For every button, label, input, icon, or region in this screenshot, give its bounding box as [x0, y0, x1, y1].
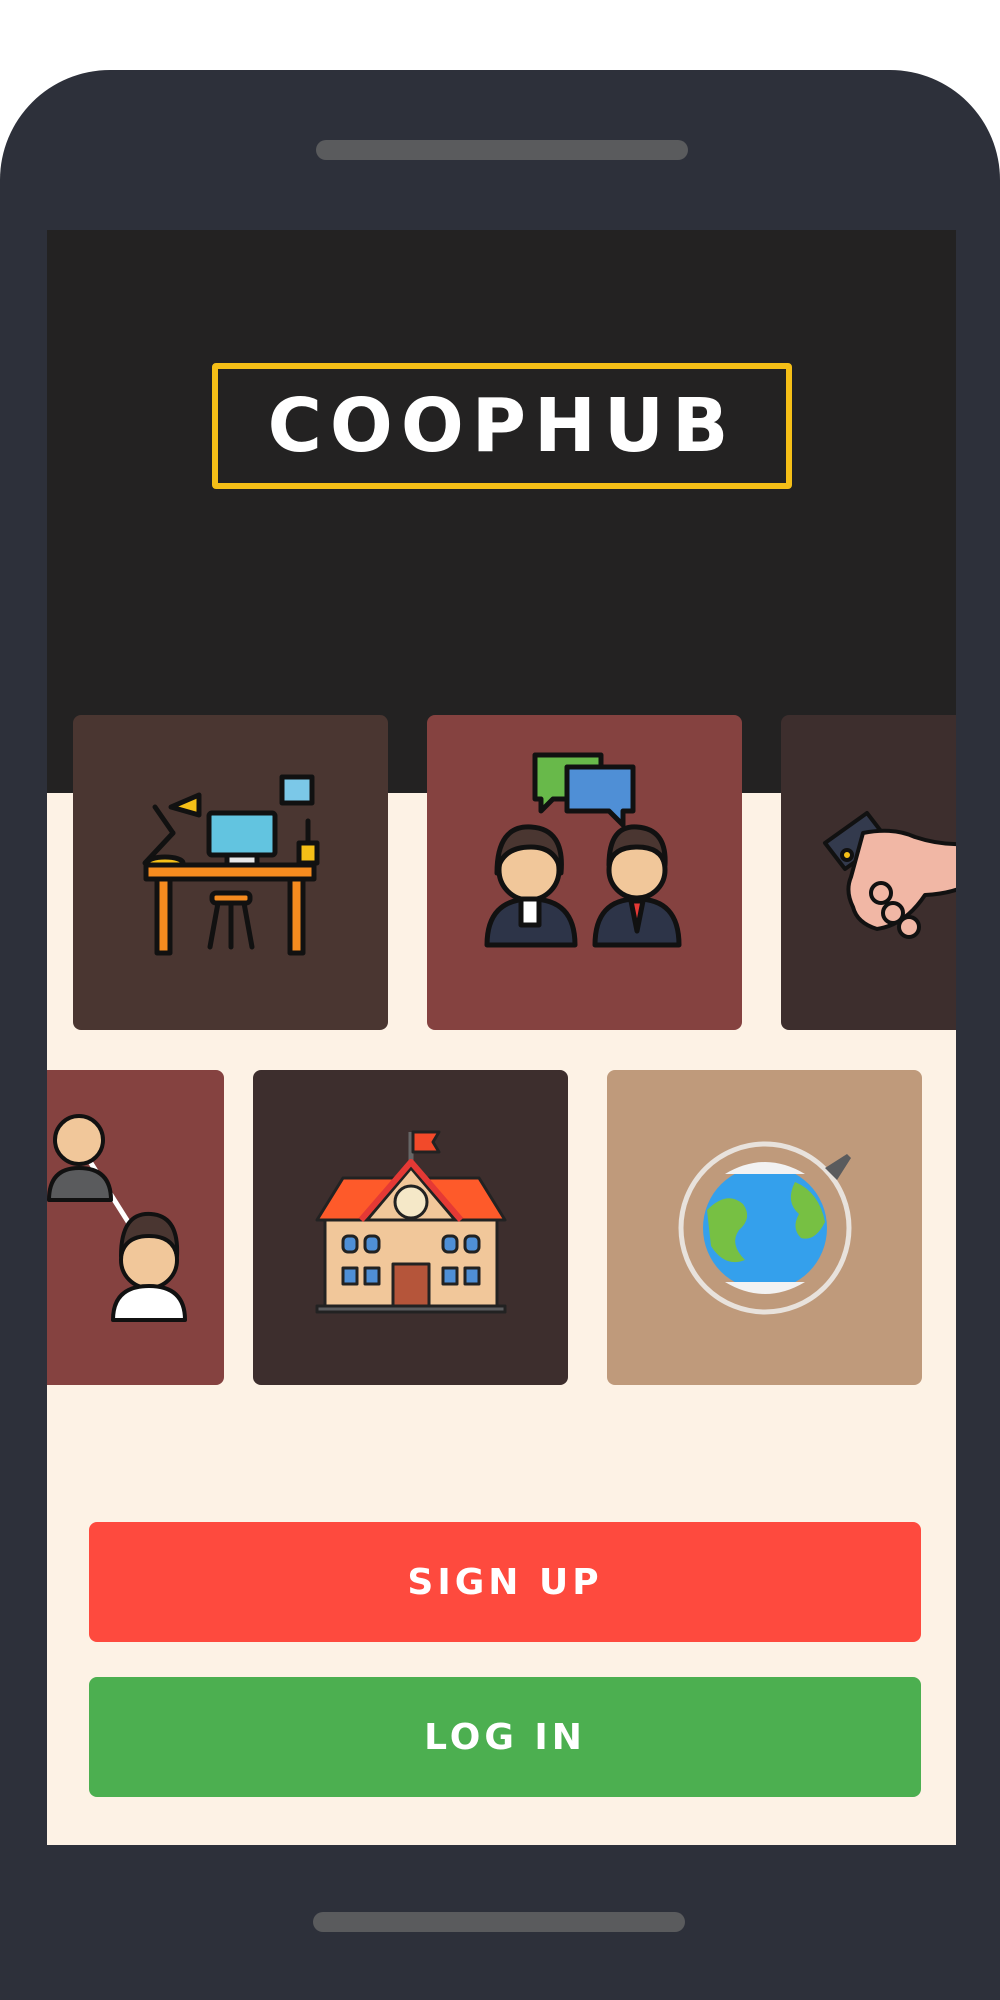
app-screen: COOPHUB SIGN UP LOG IN — [47, 230, 956, 1845]
globe-airplane-icon — [678, 1141, 852, 1315]
sign-up-button[interactable]: SIGN UP — [89, 1522, 921, 1642]
hero-banner: COOPHUB — [47, 230, 956, 793]
tile-workspace[interactable] — [73, 715, 388, 1030]
networking-people-icon — [47, 1114, 187, 1322]
app-logo: COOPHUB — [212, 363, 792, 489]
sign-up-label: SIGN UP — [407, 1561, 603, 1603]
log-in-button[interactable]: LOG IN — [89, 1677, 921, 1797]
top-speaker-slot — [316, 140, 688, 160]
handshake-icon — [823, 811, 956, 939]
tile-school[interactable] — [253, 1070, 568, 1385]
workspace-desk-icon — [142, 774, 320, 956]
bottom-home-bar — [313, 1912, 685, 1932]
phone-frame: COOPHUB SIGN UP LOG IN — [0, 70, 1000, 2000]
tile-handshake[interactable] — [781, 715, 956, 1030]
tile-globe[interactable] — [607, 1070, 922, 1385]
log-in-label: LOG IN — [424, 1716, 586, 1758]
school-building-icon — [315, 1130, 507, 1314]
tile-networking[interactable] — [47, 1070, 224, 1385]
tile-chat[interactable] — [427, 715, 742, 1030]
app-logo-text: COOPHUB — [267, 383, 737, 469]
chat-people-icon — [484, 752, 682, 948]
